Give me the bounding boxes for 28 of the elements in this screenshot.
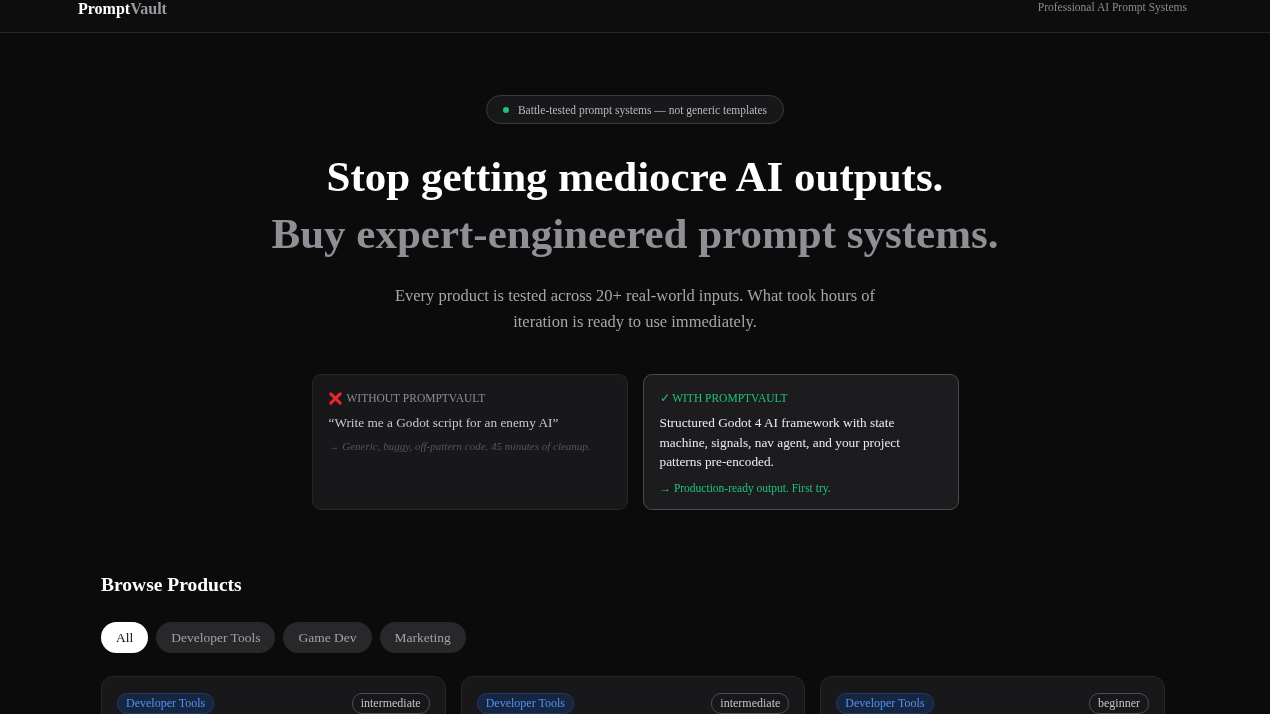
- category-tag: Developer Tools: [836, 693, 934, 714]
- filter-chip[interactable]: Developer Tools: [156, 622, 276, 653]
- comparison-outcome: → Production-ready output. First try.: [659, 480, 832, 496]
- cross-icon: [328, 391, 342, 405]
- category-tag: Developer Tools: [476, 693, 574, 714]
- filter-chip[interactable]: Marketing: [379, 622, 466, 653]
- comparison-text: “Write me a Godot script for an enemy AI”: [328, 414, 560, 432]
- comparison-label: ✓ WITH PROMPTVAULT: [659, 391, 788, 405]
- product-card[interactable]: Developer Tools intermediate: [101, 676, 446, 714]
- difficulty-tag: beginner: [1089, 693, 1149, 714]
- comparison-text: Structured Godot 4 AI framework with state machine, signals, nav agent, and your project patterns pre-encoded.: [659, 414, 901, 471]
- comparison-label: WITHOUT PROMPTVAULT: [346, 392, 486, 404]
- section-title: Browse Products: [101, 573, 243, 597]
- hero-headline: Stop getting mediocre AI outputs.: [326, 152, 944, 202]
- status-dot-icon: [502, 106, 509, 113]
- logo[interactable]: PromptVault: [78, 0, 167, 18]
- difficulty-tag: intermediate: [711, 693, 790, 714]
- comparison-outcome: → Generic, buggy, off-pattern code. 45 minutes of cleanup.: [328, 438, 592, 454]
- filter-chip[interactable]: Game Dev: [283, 622, 372, 653]
- category-tag: Developer Tools: [117, 693, 215, 714]
- filter-chip[interactable]: All: [101, 622, 149, 653]
- hero-description: Every product is tested across 20+ real-world inputs. What took hours of iteration is ready to use immediately.: [393, 285, 877, 333]
- badge-text: Battle-tested prompt systems — not generic templates: [517, 103, 768, 116]
- difficulty-tag: intermediate: [351, 693, 430, 714]
- hero-subheadline: Buy expert-engineered prompt systems.: [271, 209, 999, 259]
- product-card[interactable]: Developer Tools beginner: [820, 676, 1165, 714]
- header-tagline: Professional AI Prompt Systems: [1037, 0, 1187, 14]
- product-card[interactable]: Developer Tools intermediate: [460, 676, 806, 714]
